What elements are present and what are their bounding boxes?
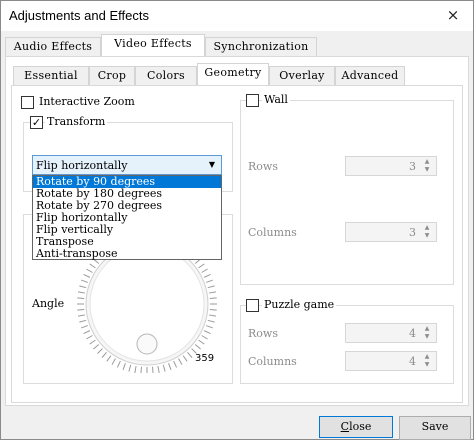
puzzle-group	[240, 305, 454, 384]
dial-tick	[83, 273, 91, 278]
angle-max-label: 359	[195, 353, 215, 364]
close-icon[interactable]: ×	[443, 5, 463, 25]
dial-tick	[206, 279, 213, 283]
dial-tick	[168, 363, 172, 370]
dial-tick	[173, 360, 178, 368]
dial-tick	[178, 358, 183, 365]
transform-checkbox[interactable]: ✓	[30, 116, 43, 129]
wall-group	[240, 100, 454, 285]
dial-tick	[203, 273, 211, 278]
dial-tick	[122, 363, 126, 370]
dial-tick	[182, 355, 188, 362]
dial-tick	[77, 314, 86, 317]
chevron-down-icon: ▼	[208, 160, 215, 169]
dial-tick	[77, 297, 85, 300]
dial-tick	[97, 348, 103, 354]
dial-tick	[207, 319, 215, 323]
interactive-zoom-label: Interactive Zoom	[37, 95, 137, 108]
dial-tick	[111, 358, 116, 365]
dial-tick	[86, 268, 93, 273]
dial-tick	[209, 297, 217, 300]
puzzle-rows-label: Rows	[248, 327, 278, 340]
transform-options-list: Rotate by 90 degrees Rotate by 180 degre…	[32, 175, 222, 260]
wall-rows-value: 3	[409, 160, 416, 173]
wall-rows-spinbox[interactable]: 3 ▲ ▼	[345, 156, 437, 176]
dial-tick	[208, 314, 217, 317]
dial-tick	[89, 339, 96, 345]
puzzle-columns-label: Columns	[248, 355, 297, 368]
dial-tick	[79, 319, 87, 323]
subtab-essential[interactable]: Essential	[13, 66, 89, 86]
spin-arrows-icon[interactable]: ▲ ▼	[421, 353, 433, 369]
spin-arrows-icon[interactable]: ▲ ▼	[421, 224, 433, 240]
close-button[interactable]: Close	[319, 416, 393, 438]
dial-tick	[81, 279, 88, 283]
window-title: Adjustments and Effects	[9, 8, 149, 23]
dial-tick	[106, 355, 112, 362]
puzzle-columns-spinbox[interactable]: 4 ▲ ▼	[345, 351, 437, 371]
dial-tick	[89, 263, 96, 269]
wall-columns-label: Columns	[248, 226, 297, 239]
subtab-crop[interactable]: Crop	[89, 66, 135, 86]
subtab-colors[interactable]: Colors	[135, 66, 197, 86]
save-button[interactable]: Save	[399, 416, 471, 440]
dial-knob[interactable]	[136, 333, 158, 355]
tab-video-effects[interactable]: Video Effects	[101, 34, 205, 56]
dial-tick	[151, 366, 154, 373]
dial-tick	[79, 285, 87, 289]
dial-tick	[83, 330, 91, 335]
puzzle-rows-value: 4	[409, 327, 416, 340]
wall-rows-label: Rows	[248, 160, 278, 173]
dial-tick	[116, 360, 121, 368]
wall-columns-value: 3	[409, 226, 416, 239]
puzzle-columns-value: 4	[409, 355, 416, 368]
dial-tick	[140, 366, 143, 373]
dial-tick	[162, 364, 166, 372]
adjustments-window: Adjustments and Effects × Audio Effects …	[0, 0, 474, 440]
dial-tick	[201, 335, 208, 340]
tab-synchronization[interactable]: Synchronization	[205, 37, 317, 57]
puzzle-rows-spinbox[interactable]: 4 ▲ ▼	[345, 323, 437, 343]
dial-tick	[198, 339, 205, 345]
angle-label: Angle	[32, 297, 65, 310]
subtab-overlay[interactable]: Overlay	[269, 66, 335, 86]
tab-audio-effects[interactable]: Audio Effects	[5, 37, 101, 57]
dial-tick	[208, 291, 217, 294]
puzzle-label: Puzzle game	[262, 298, 337, 311]
dial-tick	[101, 351, 107, 358]
dial-tick	[86, 335, 93, 340]
dial-tick	[201, 268, 208, 273]
option-anti-transpose[interactable]: Anti-transpose	[33, 248, 221, 260]
transform-dropdown-value: Flip horizontally	[36, 159, 128, 172]
wall-columns-spinbox[interactable]: 3 ▲ ▼	[345, 222, 437, 242]
transform-label: Transform	[45, 115, 108, 128]
dial-tick	[81, 325, 88, 329]
dial-tick	[93, 344, 100, 350]
wall-checkbox[interactable]	[246, 94, 259, 107]
wall-label: Wall	[262, 93, 290, 106]
interactive-zoom-checkbox[interactable]	[21, 96, 34, 109]
title-bar[interactable]: Adjustments and Effects ×	[1, 1, 473, 31]
dial-tick	[203, 330, 211, 335]
dial-tick	[206, 325, 213, 329]
dial-tick	[128, 364, 132, 372]
spin-arrows-icon[interactable]: ▲ ▼	[421, 158, 433, 174]
dial-tick	[194, 344, 201, 350]
dial-tick	[157, 365, 160, 373]
dial-tick	[77, 291, 86, 294]
dial-tick	[198, 263, 205, 269]
subtab-geometry[interactable]: Geometry	[197, 63, 269, 85]
transform-dropdown[interactable]: Flip horizontally ▼	[32, 155, 222, 175]
puzzle-checkbox[interactable]	[246, 299, 259, 312]
subtab-advanced[interactable]: Advanced	[335, 66, 405, 86]
dial-tick	[207, 285, 215, 289]
dial-tick	[134, 365, 137, 373]
dial-tick	[77, 308, 85, 311]
dial-tick	[209, 308, 217, 311]
dial-tick	[187, 351, 193, 358]
spin-arrows-icon[interactable]: ▲ ▼	[421, 325, 433, 341]
